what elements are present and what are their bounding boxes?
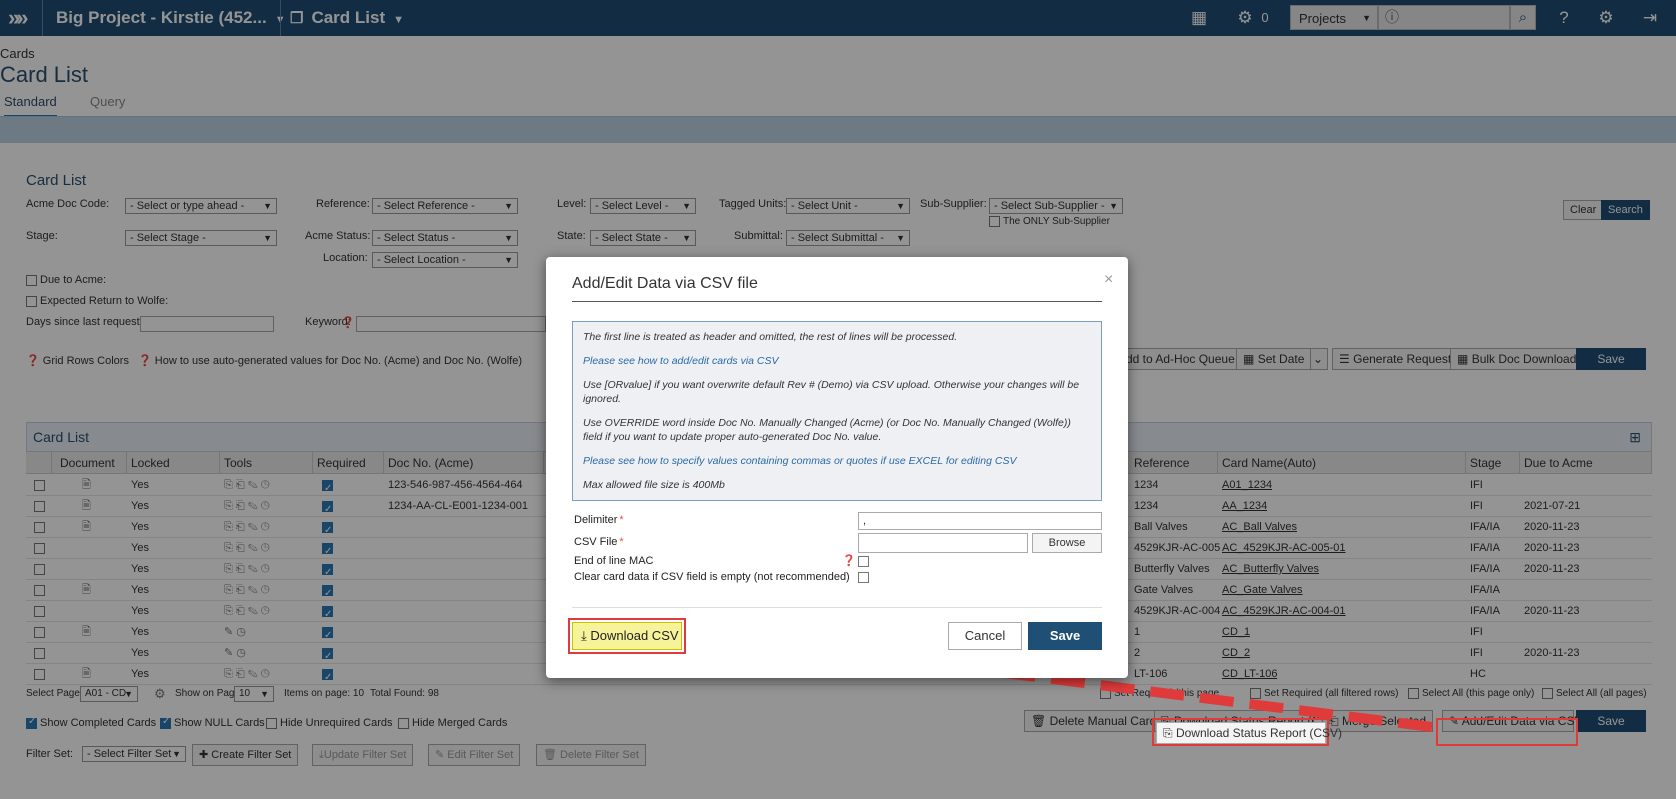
annotation-box-download	[568, 618, 686, 654]
clear-data-checkbox[interactable]	[858, 571, 869, 583]
info-line: Use [ORvalue] if you want overwrite defa…	[583, 379, 1080, 405]
eol-mac-option[interactable]	[858, 555, 872, 567]
delimiter-label: Delimiter *	[574, 514, 624, 526]
csv-file-input[interactable]	[858, 533, 1028, 553]
eol-mac-label: End of line MAC	[574, 555, 654, 567]
required-marker: *	[619, 536, 624, 548]
close-icon[interactable]: ×	[1104, 271, 1113, 289]
modal-footer-rule	[572, 607, 1102, 608]
modal-title: Add/Edit Data via CSV file	[572, 275, 758, 292]
modal-save-button[interactable]: Save	[1028, 622, 1102, 650]
download-status-label: Download Status Report (CSV)	[1175, 726, 1343, 740]
clear-data-label: Clear card data if CSV field is empty (n…	[574, 571, 850, 583]
excel-help-link[interactable]: Please see how to specify values contain…	[583, 454, 1091, 468]
csv-info-box: The first line is treated as header and …	[572, 321, 1102, 501]
delimiter-text: Delimiter	[574, 514, 618, 526]
required-marker: *	[619, 514, 624, 526]
cancel-button[interactable]: Cancel	[948, 622, 1022, 650]
browse-button[interactable]: Browse	[1032, 533, 1102, 553]
info-line: The first line is treated as header and …	[583, 331, 958, 343]
delimiter-input[interactable]: ,	[858, 512, 1102, 530]
info-line: Max allowed file size is 400Mb	[583, 479, 725, 491]
modal-title-rule	[572, 301, 1102, 302]
clear-data-option[interactable]	[858, 571, 872, 583]
info-line: Use OVERRIDE word inside Doc No. Manuall…	[583, 417, 1071, 443]
highlighted-download-status-button[interactable]: ⎘ Download Status Report (CSV)	[1156, 722, 1342, 744]
help-icon[interactable]: ❓	[842, 554, 856, 567]
add-edit-help-link[interactable]: Please see how to add/edit cards via CSV	[583, 354, 1091, 368]
csv-modal: Add/Edit Data via CSV file × The first l…	[546, 257, 1128, 678]
csv-file-text: CSV File	[574, 536, 618, 548]
export-icon: ⎘	[1163, 726, 1173, 740]
eol-mac-checkbox[interactable]	[858, 555, 869, 567]
csv-file-label: CSV File *	[574, 536, 624, 548]
